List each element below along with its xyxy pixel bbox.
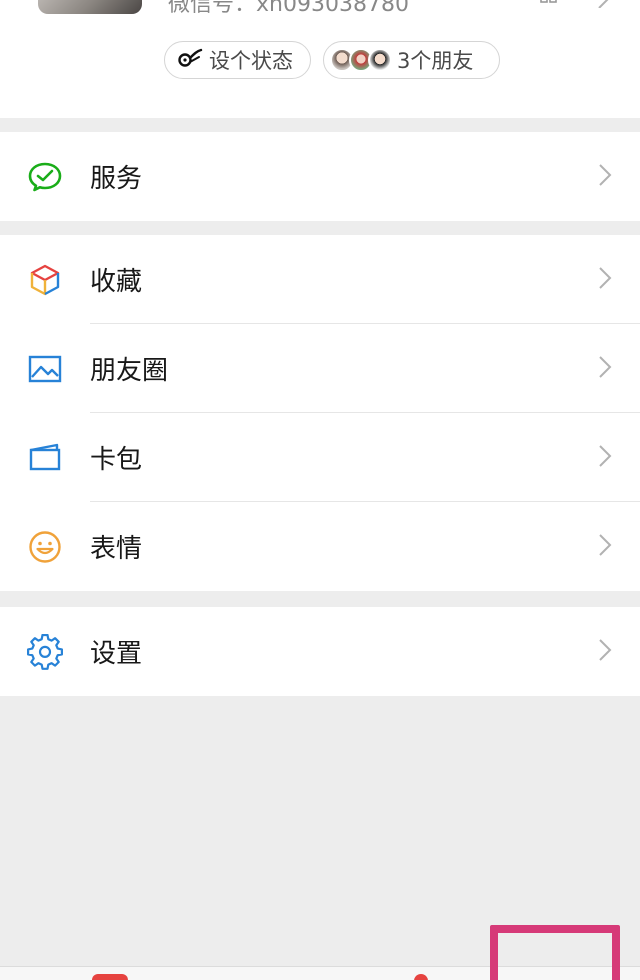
card-wallet-icon (27, 440, 63, 476)
menu-label-services: 服务 (90, 164, 143, 194)
menu-label-settings: 设置 (90, 639, 143, 669)
chevron-right-icon (598, 533, 612, 560)
friend-avatar (368, 48, 392, 72)
friends-status-button[interactable]: 3个朋友 (323, 41, 500, 79)
tab-badge (92, 974, 128, 980)
moments-picture-icon (27, 351, 63, 387)
chevron-right-icon (598, 266, 612, 293)
services-section: 服务 (0, 132, 640, 221)
smiley-face-icon (27, 529, 63, 565)
menu-item-moments[interactable]: 朋友圈 (0, 324, 640, 413)
me-tab-highlight[interactable] (490, 925, 620, 980)
avatar[interactable] (38, 0, 142, 14)
features-section: 收藏 朋友圈 卡包 表情 (0, 235, 640, 591)
chevron-right-icon (598, 444, 612, 471)
menu-item-favorites[interactable]: 收藏 (0, 235, 640, 324)
qr-code-icon[interactable] (540, 0, 558, 13)
services-icon (27, 159, 63, 195)
chevron-right-icon (598, 163, 612, 190)
status-label: 设个状态 (209, 49, 293, 73)
profile-header[interactable]: 微信号：xh093038780 设个状态 3个朋友 (0, 0, 640, 118)
chevron-right-icon (598, 355, 612, 382)
wechat-id: 微信号：xh093038780 (168, 0, 409, 17)
menu-label-favorites: 收藏 (90, 267, 143, 297)
menu-item-cards[interactable]: 卡包 (0, 413, 640, 502)
gear-icon (27, 633, 63, 670)
menu-item-stickers[interactable]: 表情 (0, 502, 640, 591)
menu-label-stickers: 表情 (90, 534, 143, 564)
menu-item-settings[interactable]: 设置 (0, 607, 640, 696)
chevron-right-icon (598, 638, 612, 665)
friends-label: 3个朋友 (397, 49, 474, 73)
menu-label-cards: 卡包 (90, 445, 143, 475)
profile-chevron-icon (596, 0, 610, 12)
menu-label-moments: 朋友圈 (90, 356, 169, 386)
favorites-cube-icon (27, 262, 63, 298)
status-icon (177, 48, 203, 73)
set-status-button[interactable]: 设个状态 (164, 41, 311, 79)
settings-section: 设置 (0, 607, 640, 696)
menu-item-services[interactable]: 服务 (0, 132, 640, 221)
